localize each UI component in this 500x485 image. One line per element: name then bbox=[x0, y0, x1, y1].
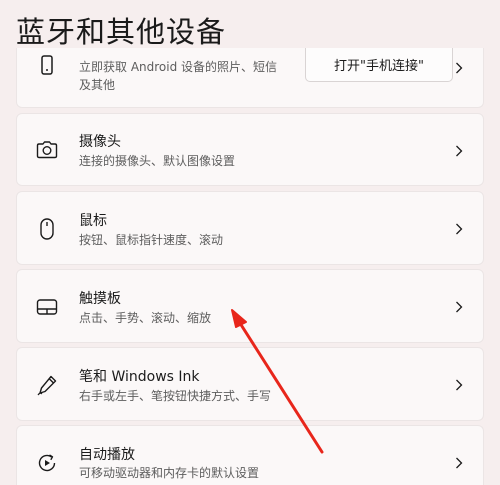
card-camera[interactable]: 摄像头 连接的摄像头、默认图像设置 bbox=[16, 113, 484, 186]
touchpad-title: 触摸板 bbox=[79, 291, 121, 307]
touchpad-icon bbox=[35, 295, 59, 319]
card-touchpad[interactable]: 触摸板 点击、手势、滚动、缩放 bbox=[16, 269, 484, 343]
pen-title: 笔和 Windows Ink bbox=[79, 369, 200, 385]
mouse-icon bbox=[35, 217, 59, 241]
card-autoplay[interactable]: 自动播放 可移动驱动器和内存卡的默认设置 bbox=[16, 425, 484, 485]
camera-title: 摄像头 bbox=[79, 134, 121, 150]
mouse-subtitle: 按钮、鼠标指针速度、滚动 bbox=[79, 233, 224, 247]
phone-icon bbox=[35, 54, 59, 78]
camera-icon bbox=[35, 138, 59, 162]
chevron-right-icon bbox=[453, 455, 465, 471]
card-mouse[interactable]: 鼠标 按钮、鼠标指针速度、滚动 bbox=[16, 191, 484, 265]
chevron-right-icon bbox=[453, 221, 465, 237]
autoplay-title: 自动播放 bbox=[79, 447, 135, 463]
mouse-title: 鼠标 bbox=[79, 213, 107, 229]
chevron-right-icon bbox=[453, 299, 465, 315]
autoplay-icon bbox=[35, 451, 59, 475]
autoplay-subtitle: 可移动驱动器和内存卡的默认设置 bbox=[79, 466, 260, 480]
chevron-right-icon bbox=[453, 377, 465, 393]
pen-subtitle: 右手或左手、笔按钮快捷方式、手写 bbox=[79, 389, 272, 403]
card-pen-windows-ink[interactable]: 笔和 Windows Ink 右手或左手、笔按钮快捷方式、手写 bbox=[16, 347, 484, 421]
card-phone-link[interactable]: 立即获取 Android 设备的照片、短信 及其他 打开"手机连接" bbox=[16, 48, 484, 108]
phone-link-description-line2: 及其他 bbox=[79, 78, 116, 92]
phone-link-description-line1: 立即获取 Android 设备的照片、短信 bbox=[79, 60, 278, 74]
open-phone-link-button[interactable]: 打开"手机连接" bbox=[305, 48, 453, 82]
pen-icon bbox=[35, 373, 59, 397]
touchpad-subtitle: 点击、手势、滚动、缩放 bbox=[79, 311, 212, 325]
chevron-right-icon bbox=[453, 143, 465, 159]
camera-subtitle: 连接的摄像头、默认图像设置 bbox=[79, 154, 236, 168]
chevron-right-icon bbox=[453, 60, 465, 76]
